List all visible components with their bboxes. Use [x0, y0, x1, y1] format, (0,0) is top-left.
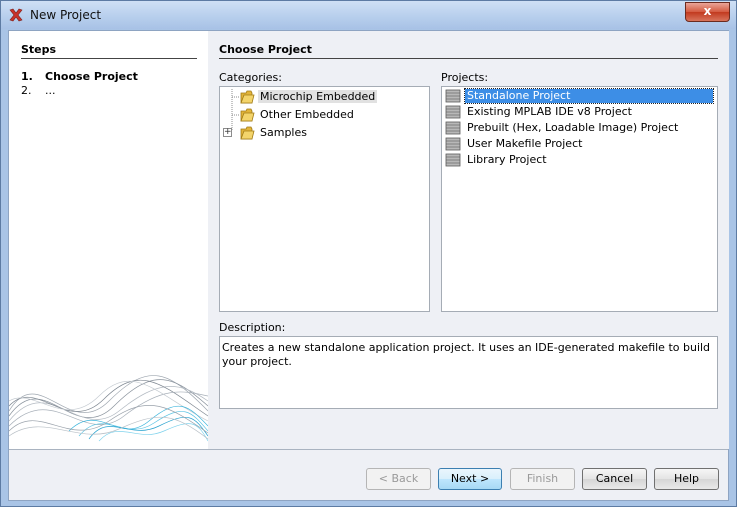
project-item-prebuilt[interactable]: Prebuilt (Hex, Loadable Image) Project [443, 121, 717, 137]
categories-tree[interactable]: Microchip Embedded Other Embedded + Samp… [219, 86, 430, 312]
title-divider [219, 58, 718, 59]
title-bar[interactable]: New Project x [1, 1, 736, 29]
back-button[interactable]: < Back [366, 468, 431, 490]
step-label: Choose Project [45, 70, 138, 83]
description-box: Creates a new standalone application pro… [219, 336, 718, 409]
netbeans-x-icon [9, 8, 23, 22]
window-title: New Project [30, 8, 102, 22]
project-item-existing-mplab[interactable]: Existing MPLAB IDE v8 Project [443, 105, 717, 121]
decorative-waves-image [9, 375, 208, 442]
chip-icon [445, 105, 461, 119]
projects-list[interactable]: Standalone Project Existing MPLAB IDE v8… [441, 86, 718, 312]
step-number: 1. [21, 70, 33, 83]
folder-icon [240, 90, 255, 104]
projects-label: Projects: [441, 71, 489, 84]
project-item-label: User Makefile Project [467, 137, 583, 150]
chip-icon [445, 153, 461, 167]
chip-icon [445, 121, 461, 135]
tree-item-label: Microchip Embedded [258, 90, 378, 103]
dialog-body: Steps 1. Choose Project 2.... Choose Pro… [8, 30, 729, 501]
tree-item-samples[interactable]: + Samples [220, 125, 429, 141]
new-project-dialog: New Project x Steps 1. Choose Project 2..… [0, 0, 737, 507]
project-item-label: Standalone Project [464, 88, 714, 104]
finish-button[interactable]: Finish [510, 468, 575, 490]
folder-icon [240, 126, 255, 140]
button-bar-divider [9, 449, 728, 450]
categories-label: Categories: [219, 71, 282, 84]
close-button[interactable]: x [685, 2, 730, 22]
step-choose-project: 1. Choose Project [21, 70, 138, 83]
project-item-user-makefile[interactable]: User Makefile Project [443, 137, 717, 153]
chip-icon [445, 89, 461, 103]
tree-item-other-embedded[interactable]: Other Embedded [220, 107, 429, 123]
folder-icon [240, 108, 255, 122]
help-button[interactable]: Help [654, 468, 719, 490]
main-content: Choose Project Categories: Microchip Emb… [208, 31, 729, 449]
expand-icon[interactable]: + [223, 128, 232, 137]
project-item-label: Existing MPLAB IDE v8 Project [467, 105, 632, 118]
step-label: ... [45, 84, 56, 97]
chip-icon [445, 137, 461, 151]
steps-panel: Steps 1. Choose Project 2.... [9, 31, 208, 449]
tree-item-label: Samples [260, 126, 307, 139]
project-item-library[interactable]: Library Project [443, 153, 717, 169]
project-item-label: Prebuilt (Hex, Loadable Image) Project [467, 121, 679, 134]
next-button[interactable]: Next > [438, 468, 502, 490]
step-next: 2.... [21, 84, 56, 97]
project-item-label: Library Project [467, 153, 547, 166]
description-label: Description: [219, 321, 286, 334]
page-title: Choose Project [219, 43, 312, 56]
tree-item-label: Other Embedded [260, 108, 354, 121]
cancel-button[interactable]: Cancel [582, 468, 647, 490]
project-item-standalone[interactable]: Standalone Project [443, 88, 717, 105]
tree-item-microchip-embedded[interactable]: Microchip Embedded [220, 89, 429, 105]
description-text: Creates a new standalone application pro… [222, 341, 711, 368]
step-number: 2. [21, 84, 32, 97]
steps-divider [21, 58, 197, 59]
steps-heading: Steps [21, 43, 57, 56]
close-icon: x [703, 4, 712, 18]
